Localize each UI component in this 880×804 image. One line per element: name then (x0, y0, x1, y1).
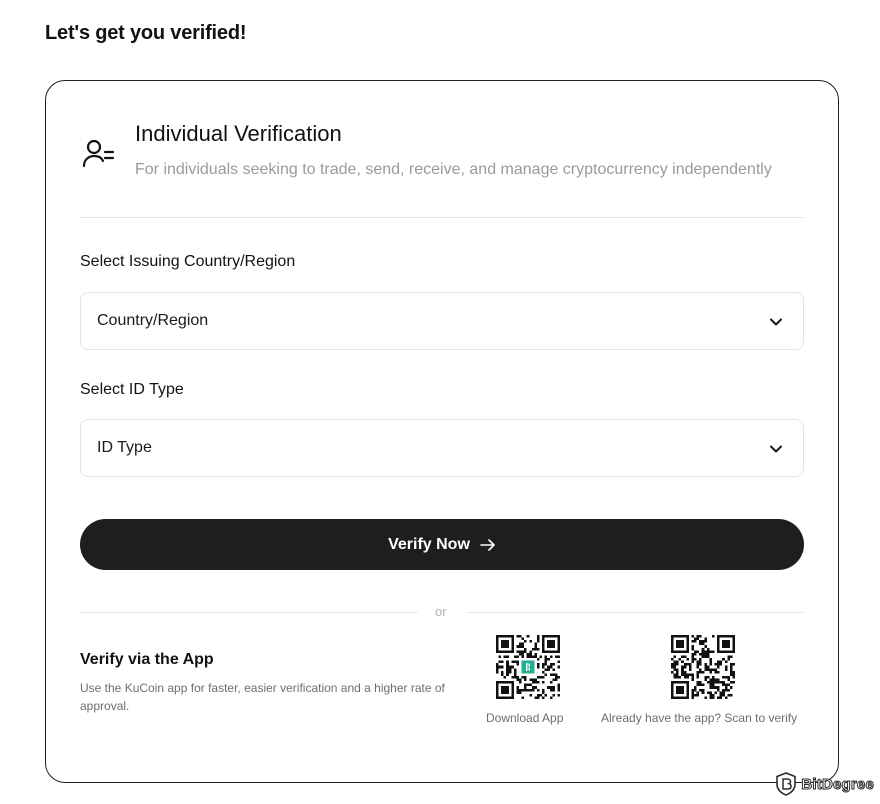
id-type-select-value: ID Type (97, 439, 152, 456)
or-divider-right (466, 612, 804, 613)
app-verify-title: Verify via the App (80, 651, 214, 668)
country-select-value: Country/Region (97, 312, 209, 329)
arrow-right-icon (480, 538, 495, 551)
id-type-label: Select ID Type (80, 381, 184, 398)
download-app-qr-code (496, 635, 560, 699)
section-title: Individual Verification (135, 121, 342, 146)
or-divider-left (80, 612, 418, 613)
user-list-icon (82, 139, 115, 168)
scan-to-verify-label: Already have the app? Scan to verify (601, 711, 798, 725)
app-verify-description: Use the KuCoin app for faster, easier ve… (80, 681, 445, 713)
id-type-select[interactable]: ID Type (80, 419, 804, 477)
bitdegree-shield-icon (776, 772, 797, 796)
header-divider (80, 217, 804, 218)
country-select[interactable]: Country/Region (80, 292, 804, 350)
verify-now-label: Verify Now (388, 535, 470, 553)
or-separator: or (435, 604, 447, 619)
verify-now-button[interactable]: Verify Now (80, 519, 804, 570)
bitdegree-wordmark: BitDegree (801, 775, 874, 793)
page-title: Let's get you verified! (45, 22, 247, 44)
country-label: Select Issuing Country/Region (80, 253, 296, 270)
chevron-down-icon (770, 445, 782, 453)
chevron-down-icon (770, 318, 782, 326)
download-app-label: Download App (486, 711, 564, 725)
scan-to-verify-qr-code (671, 635, 735, 699)
verification-card: Individual Verification For individuals … (45, 80, 839, 783)
section-subtitle: For individuals seeking to trade, send, … (135, 161, 772, 178)
bitdegree-watermark: BitDegree (775, 772, 874, 796)
